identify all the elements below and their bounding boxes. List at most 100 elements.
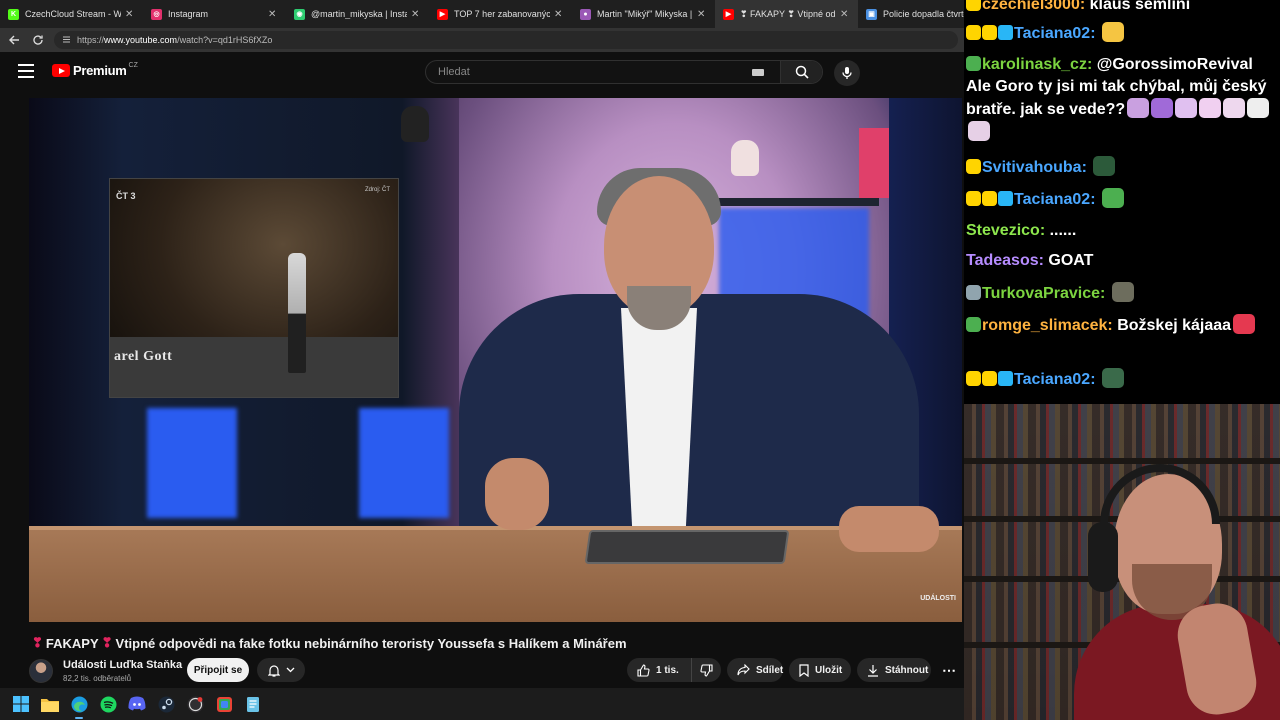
chat-app-icon[interactable]	[215, 695, 233, 713]
save-button[interactable]: Uložit	[789, 658, 851, 682]
heart-emoji-icon: ❣	[32, 635, 43, 650]
video-title-rest: Vtipné odpovědi na fake fotku nebinárníh…	[115, 635, 627, 651]
chat-username[interactable]: TurkovaPravice	[982, 285, 1100, 302]
tab-label: TOP 7 her zabanovaných na S	[454, 9, 550, 19]
more-actions-button[interactable]: ⋯	[937, 658, 961, 682]
obs-icon[interactable]	[186, 695, 204, 713]
dislike-button[interactable]	[691, 658, 721, 682]
chat-emote-icon	[1247, 98, 1270, 118]
file-explorer-icon[interactable]	[41, 695, 59, 713]
windows-start-icon[interactable]	[12, 695, 30, 713]
chat-username[interactable]: czechiel3000	[982, 0, 1080, 13]
chat-badge-icon	[966, 317, 981, 332]
spotify-icon[interactable]	[99, 695, 117, 713]
chat-username[interactable]: Stevezico	[966, 222, 1040, 239]
chat-badge-icon	[982, 25, 997, 40]
bell-icon	[267, 664, 280, 677]
chat-username[interactable]: Taciana02	[1014, 371, 1090, 388]
close-icon[interactable]: ✕	[411, 9, 421, 20]
chat-username[interactable]: karolinask_cz	[982, 56, 1087, 73]
share-button[interactable]: Sdílet	[727, 658, 783, 682]
close-icon[interactable]: ✕	[268, 9, 278, 20]
close-icon[interactable]: ✕	[125, 9, 135, 20]
tv-channel-logo: ČT 3	[116, 191, 136, 201]
youtube-logo[interactable]: Premium CZ	[52, 62, 138, 78]
browser-tab[interactable]: ▣Policie dopadla čtvrtou o✕	[858, 0, 964, 28]
reload-icon[interactable]	[30, 32, 46, 48]
channel-name[interactable]: Události Luďka Staňka	[63, 659, 182, 671]
browser-tab[interactable]: ▶ ❣ FAKAPY ❣ Vtipné odpově ✕	[715, 0, 858, 28]
channel-avatar[interactable]	[29, 659, 53, 683]
chat-emote-icon	[1127, 98, 1150, 118]
chat-badge-icon	[966, 285, 981, 300]
close-icon[interactable]: ✕	[840, 9, 850, 20]
chat-message: romge_slimacek: Božskej kájaaa	[966, 314, 1278, 337]
chat-emote-icon	[1101, 22, 1124, 42]
chat-badge-icon	[998, 191, 1013, 206]
lucky-cat-figure	[731, 140, 759, 176]
browser-tab[interactable]: ◉ @martin_mikyska | Instagram ✕	[286, 0, 429, 28]
tab-favicon-icon: ●	[580, 8, 591, 20]
notepad-icon[interactable]	[244, 695, 262, 713]
chat-message: Taciana02:	[966, 188, 1278, 211]
keyboard-icon[interactable]	[752, 68, 764, 76]
discord-icon[interactable]	[128, 695, 146, 713]
chat-message: Taciana02:	[966, 368, 1278, 391]
chat-username[interactable]: Taciana02	[1014, 191, 1090, 208]
download-icon	[868, 664, 878, 677]
chat-message: czechiel3000: klaus semlini	[966, 0, 1278, 16]
chat-message: karolinask_cz: @GorossimoRevival Ale Gor…	[966, 54, 1278, 144]
like-count: 1 tis.	[656, 664, 679, 676]
steam-icon[interactable]	[157, 695, 175, 713]
desk	[29, 526, 962, 622]
browser-tab[interactable]: ◎ Instagram ✕	[143, 0, 286, 28]
chat-badge-icon	[966, 371, 981, 386]
edge-browser-icon[interactable]	[70, 695, 88, 719]
chat-username[interactable]: romge_slimacek	[982, 317, 1107, 334]
close-icon[interactable]: ✕	[697, 9, 707, 20]
screen: K CzechCloud Stream - Watch L ✕ ◎ Instagram ✕…	[0, 0, 1280, 720]
join-button[interactable]: Připojit se	[187, 658, 249, 682]
hamburger-menu-icon[interactable]	[18, 64, 34, 78]
chat-message: Stevezico: ......	[966, 222, 1077, 239]
chat-username[interactable]: Tadeasos	[966, 252, 1039, 269]
tab-favicon-icon: ▶	[437, 8, 448, 20]
search-input[interactable]	[426, 66, 752, 78]
tab-label: @martin_mikyska | Instagram	[311, 9, 407, 19]
youtube-page: Premium CZ Hledat ČT 3 Zdroj: ČT arel Go…	[0, 52, 964, 688]
site-info-icon[interactable]	[62, 35, 71, 46]
thumbs-up-icon	[637, 663, 650, 677]
video-title-word: FAKAPY	[45, 635, 99, 651]
tab-label: Instagram	[168, 9, 209, 19]
chat-username[interactable]: Taciana02	[1014, 25, 1090, 42]
notifications-button[interactable]	[257, 658, 305, 682]
like-button[interactable]: 1 tis.	[627, 658, 691, 682]
browser-address-bar: https://www.youtube.com/watch?v=qd1rHS6f…	[0, 28, 964, 52]
tab-label: Policie dopadla čtvrtou o	[883, 9, 964, 19]
chat-emote-icon	[968, 121, 990, 141]
chat-emote-icon	[1223, 98, 1246, 118]
search-icon	[795, 65, 809, 79]
chat-badge-icon	[966, 56, 981, 71]
voice-search-button[interactable]	[834, 60, 860, 86]
video-title: ❣ FAKAPY ❣ Vtipné odpovědi na fake fotku…	[32, 634, 957, 652]
chat-badge-icon	[966, 0, 981, 11]
download-button[interactable]: Stáhnout	[857, 658, 931, 682]
chat-emote-icon	[1093, 156, 1116, 176]
search-button[interactable]	[780, 61, 822, 83]
browser-tab[interactable]: K CzechCloud Stream - Watch L ✕	[0, 0, 143, 28]
url-field[interactable]: https://www.youtube.com/watch?v=qd1rHS6f…	[54, 31, 958, 49]
tab-favicon-icon: ◎	[151, 8, 162, 20]
video-player[interactable]: ČT 3 Zdroj: ČT arel Gott UDÁLOSTI	[29, 98, 962, 622]
back-icon[interactable]	[6, 32, 22, 48]
tab-favicon-icon: K	[8, 8, 19, 20]
video-meta-row: Události Luďka Staňka 82,2 tis. odběrate…	[29, 656, 964, 688]
chat-emote-icon	[1233, 314, 1256, 334]
chat-emote-icon	[1175, 98, 1198, 118]
close-icon[interactable]: ✕	[554, 9, 564, 20]
chat-username[interactable]: Svitivahouba	[982, 159, 1082, 176]
browser-tab[interactable]: ▶ TOP 7 her zabanovaných na S ✕	[429, 0, 572, 28]
windows-taskbar	[0, 688, 964, 720]
chat-emote-icon	[1111, 282, 1134, 302]
browser-tab[interactable]: ● Martin "Mikýř" Mikyska | MŮ ✕	[572, 0, 715, 28]
